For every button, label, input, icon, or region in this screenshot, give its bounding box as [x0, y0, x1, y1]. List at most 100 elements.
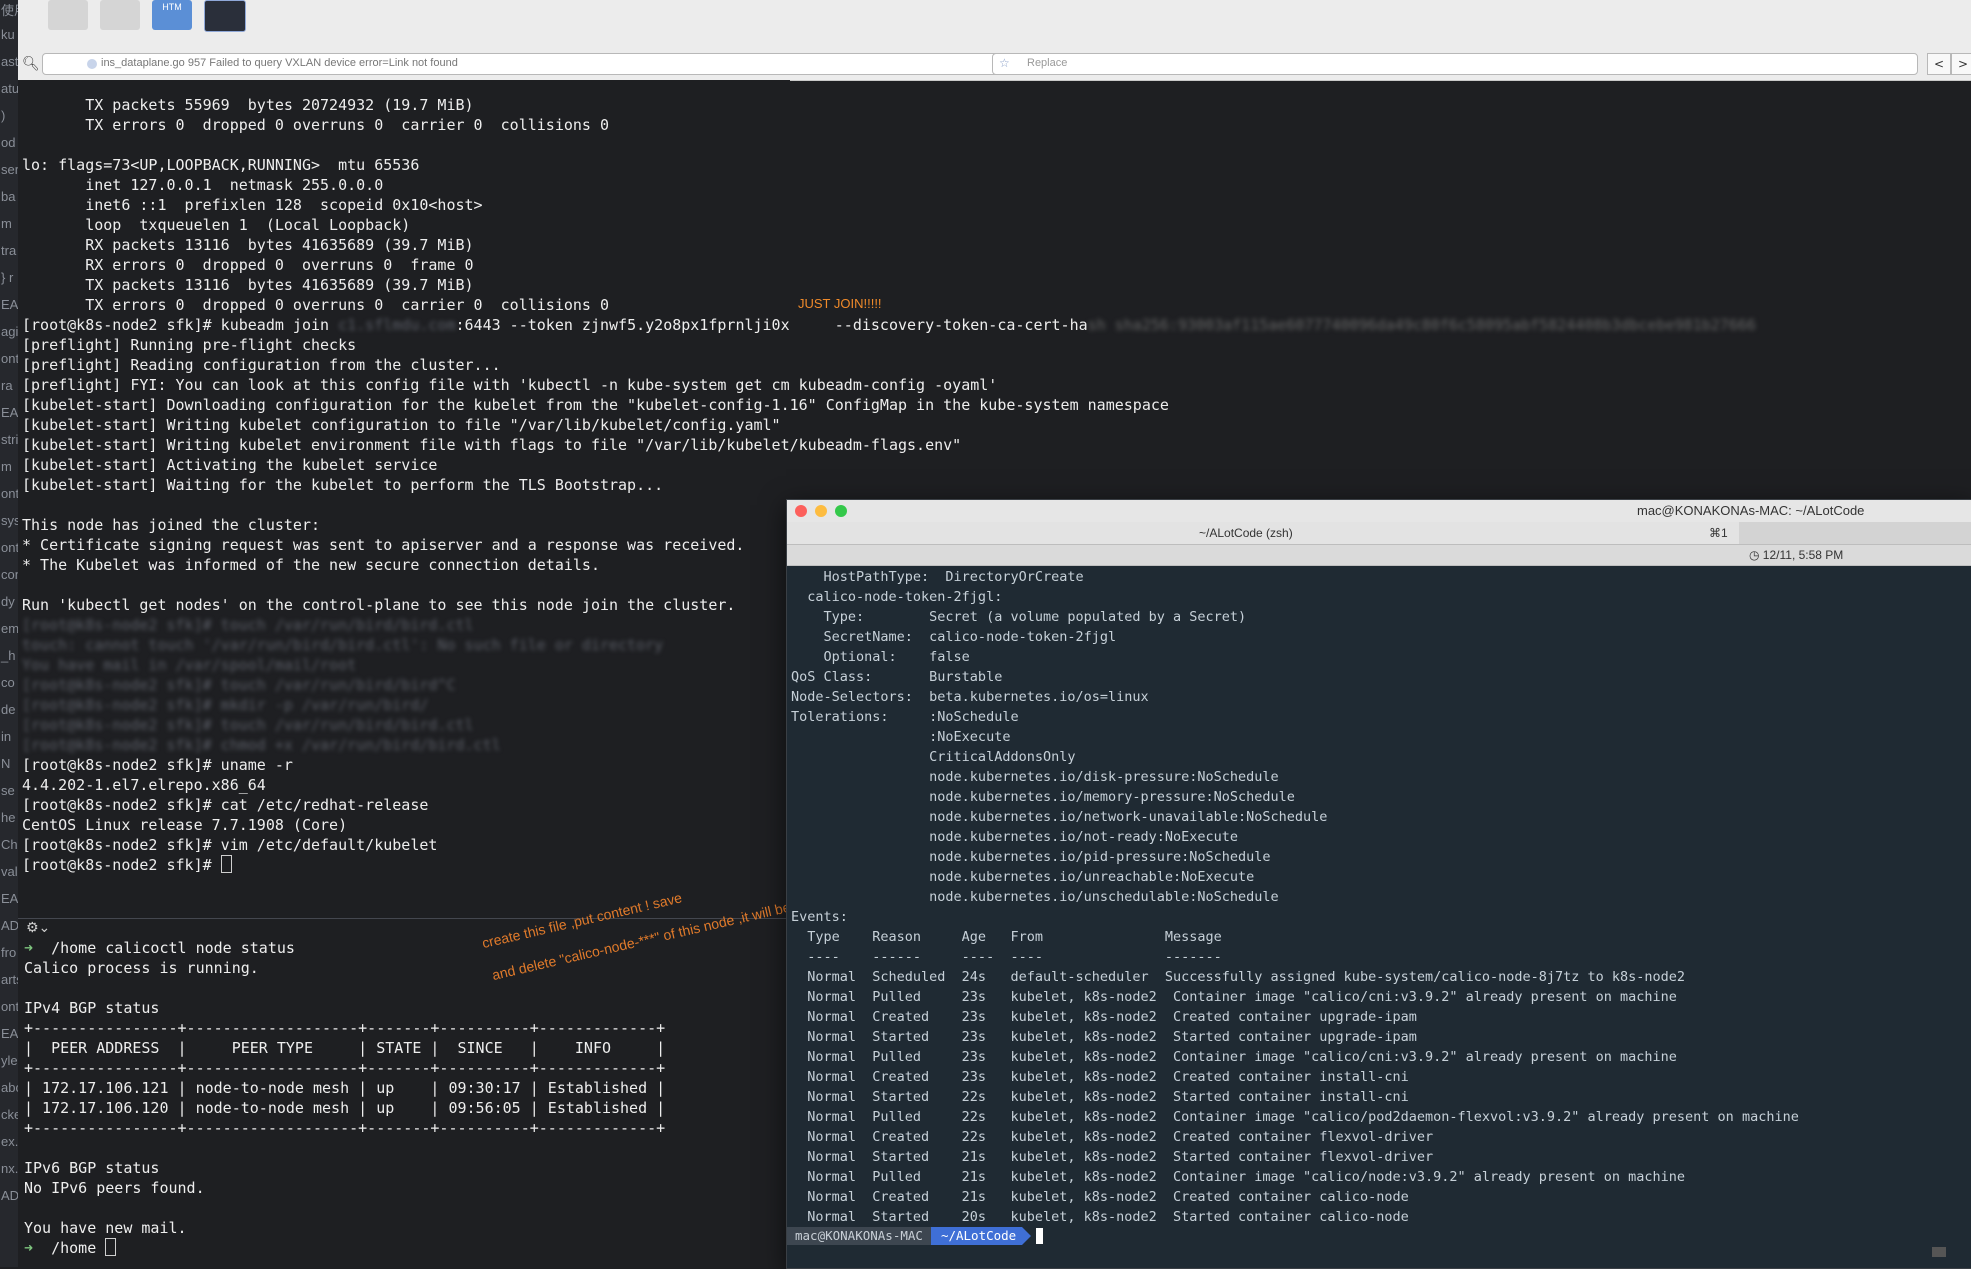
- terminal-line: [preflight] Reading configuration from t…: [22, 356, 501, 374]
- pane-divider[interactable]: [18, 918, 793, 919]
- redacted-line: [root@k8s-node2 sfk]# touch /var/run/bir…: [22, 716, 474, 734]
- find-bar: 🔍︎ ins_dataplane.go 957 Failed to query …: [22, 53, 1004, 75]
- calico-status-output: Calico process is running. IPv4 BGP stat…: [24, 958, 665, 1018]
- describe-line: Normal Started 22s kubelet, k8s-node2 St…: [807, 1089, 1409, 1105]
- describe-line: node.kubernetes.io/network-unavailable:N…: [929, 809, 1328, 825]
- redacted-line: [root@k8s-node2 sfk]# touch /var/run/bir…: [22, 676, 456, 694]
- background-text-fragment: co: [1, 675, 15, 690]
- terminal-line: lo: flags=73<UP,LOOPBACK,RUNNING> mtu 65…: [22, 156, 420, 174]
- describe-line: node.kubernetes.io/unreachable:NoExecute: [929, 869, 1255, 885]
- background-text-fragment: ra: [1, 378, 13, 393]
- lower-prompt: ➜ /home: [24, 1238, 665, 1258]
- redacted-line: [root@k8s-node2 sfk]# mkdir -p /var/run/…: [22, 696, 429, 714]
- redacted-line: [root@k8s-node2 sfk]# touch /var/run/bir…: [22, 616, 474, 634]
- background-text-fragment: de: [1, 702, 16, 717]
- describe-line: QoS Class: Burstable: [791, 669, 1003, 685]
- terminal-line: inet6 ::1 prefixlen 128 scopeid 0x10<hos…: [85, 196, 483, 214]
- background-text-fragment: nx.c: [1, 1161, 18, 1176]
- terminal-line: IPv4 BGP status: [24, 999, 160, 1017]
- background-text-fragment: EA: [1, 297, 18, 312]
- describe-line: Normal Scheduled 24s default-scheduler S…: [807, 969, 1686, 985]
- terminal-cursor: [1036, 1228, 1044, 1244]
- describe-line: Node-Selectors: beta.kubernetes.io/os=li…: [791, 689, 1149, 705]
- terminal-line: inet 127.0.0.1 netmask 255.0.0.0: [85, 176, 384, 194]
- background-text-fragment: tra: [1, 243, 17, 258]
- terminal-line: loop txqueuelen 1 (Local Loopback): [85, 216, 411, 234]
- terminal-line: Calico process is running.: [24, 959, 259, 977]
- background-text-fragment: val: [1, 864, 18, 879]
- bgp-peer-table: +----------------+-------------------+--…: [24, 1018, 665, 1138]
- describe-line: node.kubernetes.io/not-ready:NoExecute: [929, 829, 1239, 845]
- background-text-fragment: AD: [1, 918, 18, 933]
- tab-bar: ~/ALotCode (zsh) ⌘1: [787, 522, 1971, 545]
- table-row: +----------------+-------------------+--…: [24, 1059, 666, 1077]
- prompt-cwd: /home: [51, 939, 97, 957]
- pane-settings-icon[interactable]: ⚙⌄: [26, 920, 50, 936]
- thumbnail-terminal[interactable]: [204, 0, 246, 32]
- thumbnail[interactable]: [48, 0, 88, 30]
- find-query-text: ins_dataplane.go 957 Failed to query VXL…: [101, 57, 458, 69]
- thumbnail-html[interactable]: HTM: [152, 0, 192, 30]
- tab-shortcut: ⌘1: [1709, 526, 1728, 540]
- zsh-prompt: mac@KONAKONAs-MAC ~/ALotCode: [787, 1227, 1044, 1245]
- terminal-line: 4.4.202-1.el7.elrepo.x86_64: [22, 776, 266, 794]
- describe-line: Normal Created 23s kubelet, k8s-node2 Cr…: [807, 1009, 1417, 1025]
- minimize-window-button[interactable]: [815, 505, 827, 517]
- replace-input[interactable]: ☆ Replace: [992, 53, 1918, 75]
- close-window-button[interactable]: [795, 505, 807, 517]
- terminal-line: [kubelet-start] Writing kubelet configur…: [22, 416, 781, 434]
- join-annotation: JUST JOIN!!!!!: [798, 296, 882, 311]
- terminal-line: [kubelet-start] Activating the kubelet s…: [22, 456, 438, 474]
- prompt-directory: ~/ALotCode: [930, 1227, 1032, 1245]
- background-text-fragment: em: [1, 621, 18, 636]
- thumbnail[interactable]: [100, 0, 140, 30]
- find-input[interactable]: ins_dataplane.go 957 Failed to query VXL…: [42, 53, 1004, 75]
- zoom-window-button[interactable]: [835, 505, 847, 517]
- background-text-fragment: ba: [1, 189, 16, 204]
- describe-line: Normal Created 23s kubelet, k8s-node2 Cr…: [807, 1069, 1409, 1085]
- background-text-fragment: onte: [1, 999, 18, 1014]
- terminal-line: Run 'kubectl get nodes' on the control-p…: [22, 596, 736, 614]
- thumbnail-strip: HTM: [48, 0, 246, 34]
- describe-line: Type: Secret (a volume populated by a Se…: [823, 609, 1247, 625]
- describe-line: SecretName: calico-node-token-2fjgl: [823, 629, 1117, 645]
- background-text-fragment: cke: [1, 1107, 18, 1122]
- background-text-fragment: arts: [1, 972, 18, 987]
- calico-status-tail: IPv6 BGP status No IPv6 peers found. You…: [24, 1138, 665, 1238]
- previous-match-button[interactable]: <: [1927, 53, 1951, 75]
- table-row: +----------------+-------------------+--…: [24, 1019, 666, 1037]
- background-text-fragment: dy: [1, 594, 15, 609]
- describe-line: Events:: [791, 909, 848, 925]
- background-text-fragment: ont: [1, 351, 18, 366]
- describe-text: HostPathType: DirectoryOrCreate calico-n…: [791, 567, 1799, 1227]
- describe-line: node.kubernetes.io/pid-pressure:NoSchedu…: [929, 849, 1271, 865]
- background-text-fragment: in: [1, 729, 12, 744]
- resize-handle[interactable]: [1932, 1247, 1946, 1257]
- terminal-line: TX errors 0 dropped 0 overruns 0 carrier…: [85, 116, 609, 134]
- background-text-fragment: se: [1, 783, 15, 798]
- table-row: | 172.17.106.120 | node-to-node mesh | u…: [24, 1099, 666, 1117]
- window-titlebar[interactable]: mac@KONAKONAs-MAC: ~/ALotCode: [787, 500, 1971, 523]
- join-command-line: [root@k8s-node2 sfk]# kubeadm join c1.sf…: [22, 316, 1756, 334]
- describe-line: node.kubernetes.io/memory-pressure:NoSch…: [929, 789, 1295, 805]
- background-text-fragment: abo: [1, 1080, 18, 1095]
- redacted-line: You have mail in /var/spool/mail/root: [22, 656, 357, 674]
- terminal-line: TX errors 0 dropped 0 overruns 0 carrier…: [85, 296, 609, 314]
- prompt-user: mac@KONAKONAs-MAC: [787, 1227, 931, 1245]
- join-hash-redacted: sh sha256:93003af115ae6077740096da49c80f…: [1087, 316, 1756, 334]
- terminal-lower-pane[interactable]: ➜ /home calicoctl node status Calico pro…: [24, 938, 665, 1258]
- terminal-line: This node has joined the cluster:: [22, 516, 321, 534]
- background-text-fragment: m: [1, 216, 12, 231]
- next-match-button[interactable]: >: [1951, 53, 1971, 75]
- describe-line: Optional: false: [823, 649, 970, 665]
- status-bar: ◷ 12/11, 5:58 PM: [787, 545, 1971, 566]
- describe-line: Normal Pulled 23s kubelet, k8s-node2 Con…: [807, 1049, 1677, 1065]
- top-bar: HTM 🔍︎ ins_dataplane.go 957 Failed to qu…: [0, 0, 1971, 81]
- background-text-fragment: ast: [1, 54, 18, 69]
- iterm-window[interactable]: mac@KONAKONAs-MAC: ~/ALotCode ~/ALotCode…: [786, 499, 1971, 1269]
- terminal-cursor: [105, 1238, 117, 1256]
- describe-line: Normal Created 21s kubelet, k8s-node2 Cr…: [807, 1189, 1409, 1205]
- ifconfig-output: TX packets 55969 bytes 20724932 (19.7 Mi…: [22, 95, 1756, 315]
- background-text-fragment: } r: [1, 270, 14, 285]
- describe-line: calico-node-token-2fjgl:: [807, 589, 1003, 605]
